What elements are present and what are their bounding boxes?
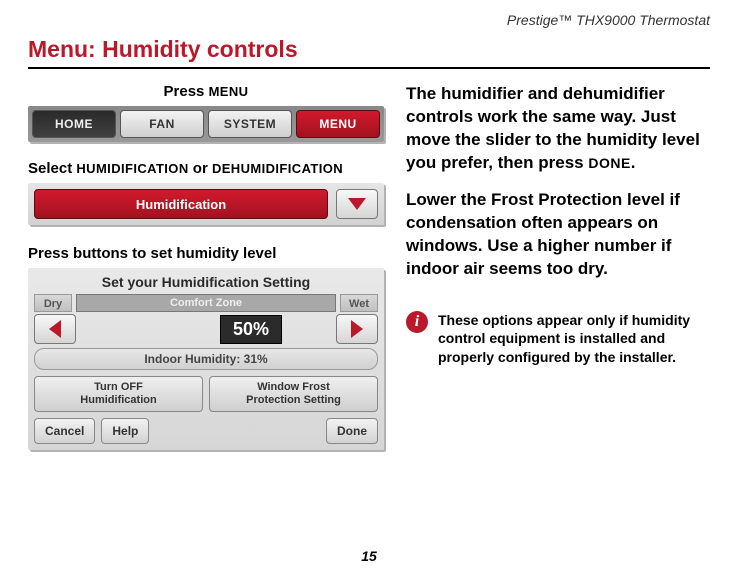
turn-off-humidification-button[interactable]: Turn OFF Humidification <box>34 376 203 412</box>
decrease-humidity-button[interactable] <box>34 314 76 344</box>
done-button[interactable]: Done <box>326 418 378 444</box>
humidification-screen-title: Set your Humidification Setting <box>34 274 378 290</box>
slider-value-area: 50% <box>80 314 332 344</box>
turn-off-line1: Turn OFF <box>94 381 143 393</box>
instruction-select: Select HUMIDIFICATION or DEHUMIDIFICATIO… <box>28 160 384 177</box>
tab-fan[interactable]: FAN <box>120 110 204 138</box>
frost-line1: Window Frost <box>257 381 330 393</box>
select-or: or <box>189 160 212 177</box>
menu-scroll-down-button[interactable] <box>336 189 378 219</box>
increase-humidity-button[interactable] <box>336 314 378 344</box>
humidity-value: 50% <box>220 315 282 344</box>
instruction-press-menu: Press MENU <box>28 83 384 100</box>
body-paragraph-2: Lower the Frost Protection level if cond… <box>406 189 710 281</box>
turn-off-line2: Humidification <box>80 394 156 406</box>
chevron-right-icon <box>351 320 363 338</box>
indoor-humidity-readout: Indoor Humidity: 31% <box>34 348 378 370</box>
select-prefix: Select <box>28 160 76 177</box>
press-menu-label: MENU <box>209 84 249 99</box>
tab-menu[interactable]: MENU <box>296 110 380 138</box>
select-hum-label: HUMIDIFICATION <box>76 161 188 176</box>
humidity-slider[interactable]: Comfort Zone <box>76 294 336 312</box>
humidification-menu-item[interactable]: Humidification <box>34 189 328 219</box>
chevron-down-icon <box>348 198 366 210</box>
body-paragraph-1: The humidifier and dehumidifier controls… <box>406 83 710 175</box>
thermostat-tabbar: HOME FAN SYSTEM MENU <box>28 106 384 142</box>
info-icon: i <box>406 311 428 333</box>
help-button[interactable]: Help <box>101 418 149 444</box>
humidification-screen: Set your Humidification Setting Dry Comf… <box>28 268 384 450</box>
tab-home[interactable]: HOME <box>32 110 116 138</box>
slider-label-dry: Dry <box>34 294 72 312</box>
frost-line2: Protection Setting <box>246 394 341 406</box>
bottom-row-spacer <box>155 418 320 444</box>
header-product: Prestige™ THX9000 Thermostat <box>28 12 710 36</box>
slider-label-wet: Wet <box>340 294 378 312</box>
page-title: Menu: Humidity controls <box>28 36 710 69</box>
tab-system[interactable]: SYSTEM <box>208 110 292 138</box>
chevron-left-icon <box>49 320 61 338</box>
p1a: The humidifier and dehumidifier controls… <box>406 84 700 172</box>
select-dehum-label: DEHUMIDIFICATION <box>212 161 343 176</box>
info-text: These options appear only if humidity co… <box>438 311 710 368</box>
page-number: 15 <box>0 548 738 564</box>
menu-item-row: Humidification <box>28 183 384 225</box>
cancel-button[interactable]: Cancel <box>34 418 95 444</box>
instruction-press-buttons: Press buttons to set humidity level <box>28 245 384 262</box>
press-menu-prefix: Press <box>164 83 209 100</box>
p1-done-label: DONE <box>588 155 630 171</box>
p1b: . <box>631 153 636 172</box>
frost-protection-button[interactable]: Window Frost Protection Setting <box>209 376 378 412</box>
info-note: i These options appear only if humidity … <box>406 311 710 368</box>
